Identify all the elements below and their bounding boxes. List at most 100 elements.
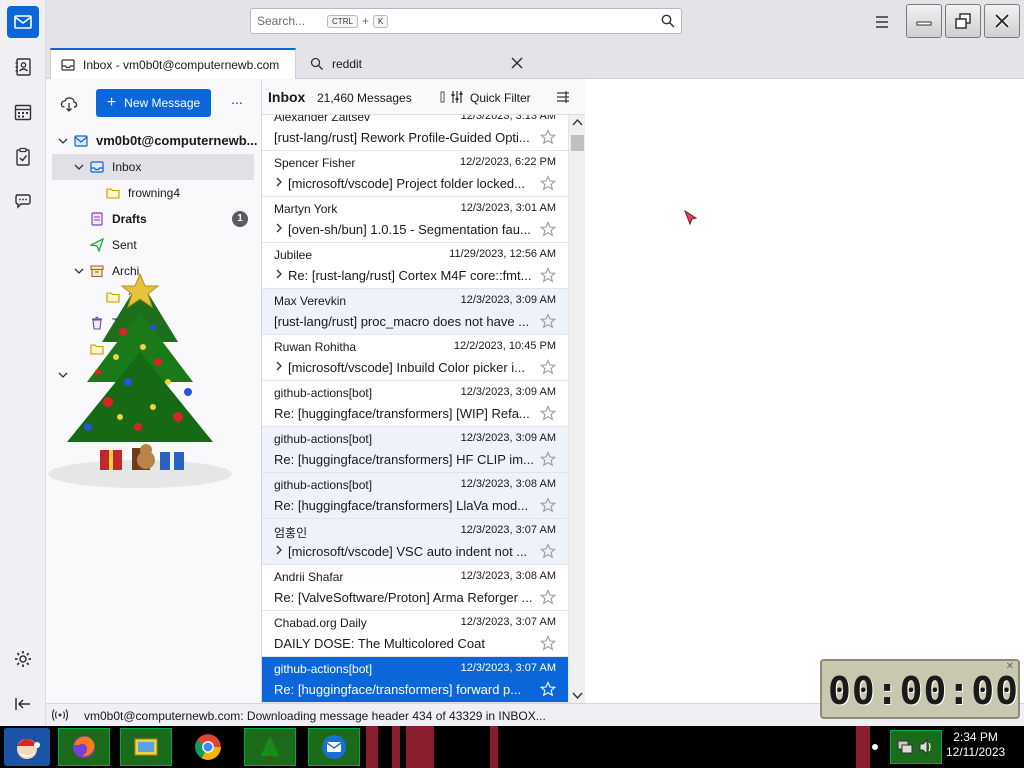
message-subject: [microsoft/vscode] Project folder locked… <box>288 176 525 191</box>
star-icon[interactable] <box>540 221 556 237</box>
message-date: 12/3/2023, 3:13 AM <box>460 115 556 122</box>
message-row[interactable]: Chabad.org Daily 12/3/2023, 3:07 AM DAILY … <box>262 611 568 657</box>
thread-expand-icon[interactable] <box>274 176 284 188</box>
star-icon[interactable] <box>540 635 556 651</box>
star-icon[interactable] <box>540 405 556 421</box>
tab-inbox[interactable]: Inbox - vm0b0t@computernewb.com <box>50 48 296 79</box>
system-tray[interactable] <box>890 730 942 764</box>
message-row[interactable]: Spencer Fisher 12/2/2023, 6:22 PM [microso… <box>262 151 568 197</box>
scroll-up-icon[interactable] <box>572 118 583 128</box>
star-icon[interactable] <box>540 543 556 559</box>
message-row[interactable]: Andrii Shafar 12/3/2023, 3:08 AM Re: [Valv… <box>262 565 568 611</box>
star-icon[interactable] <box>540 313 556 329</box>
message-row[interactable]: Martyn York 12/3/2023, 3:01 AM [oven-sh/bu… <box>262 197 568 243</box>
message-row[interactable]: github-actions[bot] 12/3/2023, 3:09 AM Re:… <box>262 427 568 473</box>
thread-expand-icon[interactable] <box>274 544 284 556</box>
quick-filter-button[interactable]: Quick Filter <box>470 91 531 105</box>
folder-drafts[interactable]: Drafts 1 <box>52 206 254 232</box>
message-row[interactable]: github-actions[bot] 12/3/2023, 3:09 AM Re:… <box>262 381 568 427</box>
thread-expand-icon[interactable] <box>274 222 284 234</box>
timer-widget[interactable]: 00:00:00 ✕ <box>820 659 1020 719</box>
connection-activity-icon <box>52 709 68 721</box>
star-icon[interactable] <box>540 129 556 145</box>
message-date: 12/3/2023, 3:08 AM <box>460 478 556 490</box>
star-icon[interactable] <box>540 267 556 283</box>
account-label: vm0b0t@computernewb... <box>96 133 258 148</box>
folder-pane-menu-button[interactable]: ... <box>228 92 246 111</box>
timer-close-icon[interactable]: ✕ <box>1006 661 1014 672</box>
folder-icon <box>134 738 158 756</box>
star-icon[interactable] <box>540 681 556 697</box>
tasks-icon <box>16 147 30 166</box>
chevron-down-icon[interactable] <box>74 162 84 172</box>
taskbar-thunderbird[interactable] <box>308 728 360 766</box>
new-message-button[interactable]: + New Message <box>96 89 211 117</box>
message-row[interactable]: github-actions[bot] 12/3/2023, 3:07 AM Re:… <box>262 657 568 703</box>
global-search-input[interactable]: Search... CTRL + K <box>250 8 682 34</box>
star-icon[interactable] <box>540 175 556 191</box>
scrollbar-thumb[interactable] <box>571 135 584 151</box>
minimize-button[interactable] <box>906 4 942 38</box>
shortcut-key-k: K <box>372 14 389 28</box>
tab-reddit[interactable]: reddit <box>300 48 540 79</box>
taskbar-firefox[interactable] <box>58 728 110 766</box>
address-book-icon <box>15 58 31 76</box>
settings-button[interactable] <box>7 643 39 675</box>
thread-expand-icon[interactable] <box>274 268 284 280</box>
message-sender: github-actions[bot] <box>274 432 373 446</box>
message-row[interactable]: Ruwan Rohitha 12/2/2023, 10:45 PM [microso… <box>262 335 568 381</box>
collapse-spaces-button[interactable] <box>7 688 39 720</box>
tasks-space-button[interactable] <box>7 141 39 173</box>
restore-button[interactable] <box>945 4 981 38</box>
mail-space-button[interactable] <box>7 6 39 38</box>
search-placeholder: Search... <box>257 14 306 28</box>
app-menu-icon[interactable] <box>872 12 892 32</box>
search-icon[interactable] <box>661 14 675 28</box>
folder-frowning4[interactable]: frowning4 <box>52 180 254 206</box>
message-date: 12/3/2023, 3:09 AM <box>460 432 556 444</box>
taskbar-chrome[interactable] <box>182 728 234 766</box>
message-sender: 엄홍인 <box>274 526 308 540</box>
message-row[interactable]: 엄홍인 12/3/2023, 3:07 AM [microsoft/vscode] … <box>262 519 568 565</box>
get-messages-icon[interactable] <box>60 95 78 113</box>
folder-label: frowning4 <box>128 186 181 200</box>
address-book-space-button[interactable] <box>7 51 39 83</box>
taskbar-tree-app[interactable] <box>244 728 296 766</box>
message-list-scrollbar[interactable] <box>568 115 585 703</box>
star-icon[interactable] <box>540 359 556 375</box>
message-row[interactable]: github-actions[bot] 12/3/2023, 3:08 AM Re:… <box>262 473 568 519</box>
message-subject-cell: [rust-lang/rust] Rework Profile-Guided O… <box>274 130 536 145</box>
scroll-down-icon[interactable] <box>572 690 583 700</box>
taskbar-file-explorer[interactable] <box>120 728 172 766</box>
message-row[interactable]: Max Verevkin 12/3/2023, 3:09 AM [rust-lang… <box>262 289 568 335</box>
message-subject: Re: [ValveSoftware/Proton] Arma Reforger… <box>274 590 533 605</box>
status-text: vm0b0t@computernewb.com: Downloading mes… <box>84 709 546 723</box>
account-row[interactable]: vm0b0t@computernewb... <box>52 128 258 154</box>
message-sender: github-actions[bot] <box>274 386 373 400</box>
message-sender: Martyn York <box>274 202 338 216</box>
unread-count-badge: 1 <box>232 211 248 227</box>
message-row[interactable]: Jubilee 11/29/2023, 12:56 AM Re: [rust-lan… <box>262 243 568 289</box>
calendar-space-button[interactable] <box>7 96 39 128</box>
thread-expand-icon[interactable] <box>274 360 284 372</box>
close-tab-icon[interactable] <box>510 56 524 70</box>
folder-inbox[interactable]: Inbox <box>52 154 254 180</box>
star-icon[interactable] <box>540 589 556 605</box>
close-window-button[interactable] <box>984 4 1020 38</box>
taskbar-clock[interactable]: 2:34 PM 12/11/2023 <box>946 730 1005 760</box>
start-button[interactable] <box>4 728 50 766</box>
star-icon[interactable] <box>540 497 556 513</box>
message-row[interactable]: Alexander Zaitsev 12/3/2023, 3:13 AM [rust… <box>262 115 568 151</box>
taskbar-segment <box>392 726 400 768</box>
message-date: 12/3/2023, 3:07 AM <box>460 662 556 674</box>
folder-label: Drafts <box>112 212 147 226</box>
chevron-down-icon[interactable] <box>58 136 68 146</box>
reading-pane <box>585 79 1024 703</box>
message-subject-cell: DAILY DOSE: The Multicolored Coat <box>274 636 536 651</box>
chat-space-button[interactable] <box>7 185 39 217</box>
list-display-options-icon[interactable] <box>556 90 570 104</box>
message-rows: Alexander Zaitsev 12/3/2023, 3:13 AM [rust… <box>262 115 568 703</box>
chat-icon <box>15 194 31 209</box>
message-subject: [rust-lang/rust] Rework Profile-Guided O… <box>274 130 530 145</box>
star-icon[interactable] <box>540 451 556 467</box>
